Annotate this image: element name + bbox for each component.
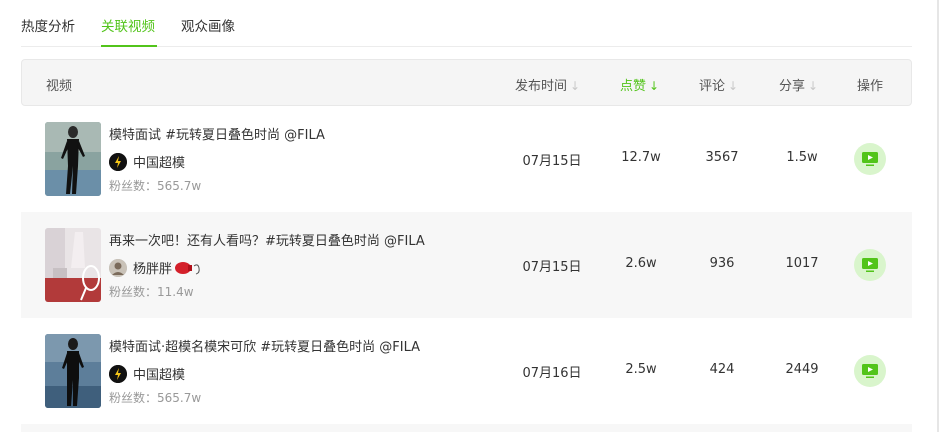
table-row: 模特面试 #玩转夏日叠色时尚 @FILA 中国超模 粉丝数：565.7w 07月… xyxy=(21,106,912,212)
sort-down-icon: ↓ xyxy=(649,79,660,93)
tab-audience-profile[interactable]: 观众画像 xyxy=(181,15,235,35)
publish-date: 07月15日 xyxy=(522,260,582,275)
author-name: 杨胖胖 xyxy=(133,262,173,277)
fan-count: 粉丝数：565.7w xyxy=(109,179,202,193)
play-video-button[interactable] xyxy=(854,355,886,387)
video-thumbnail[interactable] xyxy=(45,228,101,302)
video-thumbnail[interactable] xyxy=(45,122,101,196)
play-icon xyxy=(862,258,878,272)
tab-bar: 热度分析 关联视频 观众画像 xyxy=(21,0,912,47)
header-comments[interactable]: 评论 ↓ xyxy=(699,75,738,94)
comments-count: 424 xyxy=(709,362,735,377)
author-name: 中国超模 xyxy=(133,156,186,171)
video-title[interactable]: 模特面试 #玩转夏日叠色时尚 @FILA xyxy=(109,124,325,143)
lightning-logo-icon xyxy=(109,364,127,383)
sort-down-icon: ↓ xyxy=(728,79,739,93)
publish-date: 07月15日 xyxy=(522,154,582,169)
video-thumbnail[interactable] xyxy=(45,334,101,408)
shares-count: 1017 xyxy=(785,256,819,271)
avatar xyxy=(109,258,127,277)
comments-count: 3567 xyxy=(705,150,739,165)
sort-down-icon: ↓ xyxy=(808,79,819,93)
likes-count: 2.5w xyxy=(625,362,657,377)
header-actions: 操作 xyxy=(857,79,884,94)
play-video-button[interactable] xyxy=(854,143,886,175)
header-comments-label: 评论 xyxy=(699,79,726,94)
header-publish-time-label: 发布时间 xyxy=(515,79,568,94)
table-header: 视频 发布时间 ↓ 点赞 ↓ 评论 ↓ 分享 ↓ 操作 xyxy=(21,59,912,106)
fan-count: 粉丝数：565.7w xyxy=(109,391,202,405)
play-icon xyxy=(862,364,878,378)
video-title[interactable]: 模特面试·超模名模宋可欣 #玩转夏日叠色时尚 @FILA xyxy=(109,336,420,355)
header-shares[interactable]: 分享 ↓ xyxy=(779,75,818,94)
likes-count: 12.7w xyxy=(621,150,661,165)
header-video: 视频 xyxy=(46,79,73,94)
fan-count: 粉丝数：11.4w xyxy=(109,285,194,299)
header-shares-label: 分享 xyxy=(779,79,806,94)
author-info[interactable]: 中国超模 xyxy=(109,364,185,383)
shares-count: 1.5w xyxy=(786,150,818,165)
table-row: 模特面试·超模名模宋可欣 #玩转夏日叠色时尚 @FILA 中国超模 粉丝数：56… xyxy=(21,318,912,424)
lightning-logo-icon xyxy=(109,152,127,171)
active-tab-indicator xyxy=(101,45,157,47)
author-info[interactable]: 中国超模 xyxy=(109,152,185,171)
shares-count: 2449 xyxy=(785,362,819,377)
publish-date: 07月16日 xyxy=(522,366,582,381)
play-video-button[interactable] xyxy=(854,249,886,281)
sort-down-icon: ↓ xyxy=(570,79,581,93)
tab-related-videos[interactable]: 关联视频 xyxy=(101,15,155,35)
header-publish-time[interactable]: 发布时间 ↓ xyxy=(515,75,580,94)
header-likes[interactable]: 点赞 ↓ xyxy=(620,75,659,94)
author-info[interactable]: 杨胖胖 xyxy=(109,258,202,277)
video-title[interactable]: 再来一次吧！还有人看吗？#玩转夏日叠色时尚 @FILA xyxy=(109,230,425,249)
play-icon xyxy=(862,152,878,166)
author-name: 中国超模 xyxy=(133,368,186,383)
table-row: 再来一次吧！还有人看吗？#玩转夏日叠色时尚 @FILA 杨胖胖 粉丝数：11.4… xyxy=(21,212,912,318)
header-likes-label: 点赞 xyxy=(620,79,647,94)
table-row-partial xyxy=(21,424,912,432)
comments-count: 936 xyxy=(709,256,735,271)
likes-count: 2.6w xyxy=(625,256,657,271)
tab-heat-analysis[interactable]: 热度分析 xyxy=(21,15,75,35)
related-videos-table: 视频 发布时间 ↓ 点赞 ↓ 评论 ↓ 分享 ↓ 操作 模特面试 #玩转夏日叠色… xyxy=(21,59,912,432)
boxing-glove-icon xyxy=(174,260,202,276)
